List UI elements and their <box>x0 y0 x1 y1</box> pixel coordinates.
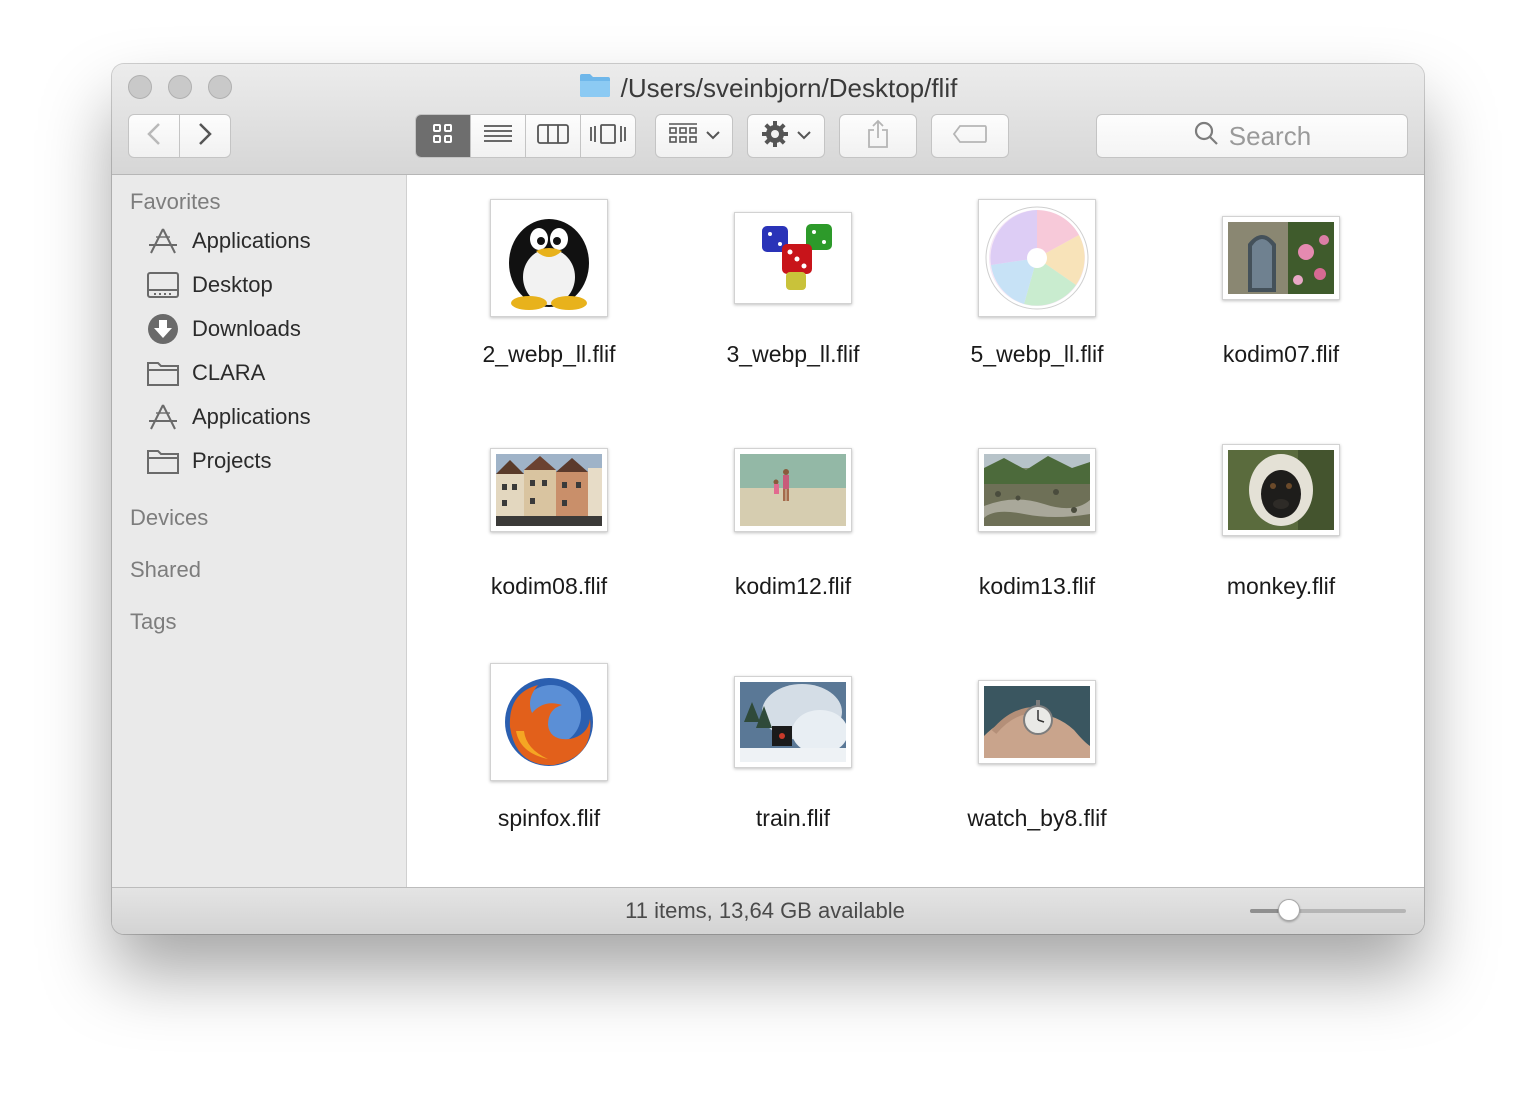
search-icon <box>1193 120 1219 153</box>
arrange-button[interactable] <box>655 114 733 158</box>
file-thumbnail-beach <box>734 448 852 532</box>
file-name: kodim07.flif <box>1222 341 1340 367</box>
file-item[interactable]: 2_webp_ll.flif <box>427 193 671 368</box>
chevron-right-icon <box>198 122 212 151</box>
slider-knob[interactable] <box>1278 899 1300 921</box>
cover-flow-view-button[interactable] <box>580 115 635 157</box>
title-bar: /Users/sveinbjorn/Desktop/flif Search <box>112 64 1424 175</box>
file-name: monkey.flif <box>1226 573 1336 599</box>
sidebar-item-label: Applications <box>192 404 311 429</box>
file-thumbnail-houses <box>490 448 608 532</box>
list-view-icon <box>483 124 513 149</box>
downloads-icon <box>146 314 180 344</box>
file-item[interactable]: kodim07.flif <box>1159 193 1403 368</box>
status-text: 11 items, 13,64 GB available <box>625 898 905 923</box>
back-button[interactable] <box>128 114 180 158</box>
file-item[interactable]: watch_by8.flif <box>915 657 1159 832</box>
sidebar: Favorites Applications Desktop Downloads… <box>112 175 407 887</box>
sidebar-header-favorites[interactable]: Favorites <box>130 189 220 215</box>
search-placeholder: Search <box>1228 120 1312 151</box>
file-thumbnail-dice <box>734 212 852 304</box>
file-thumbnail-watch <box>978 680 1096 764</box>
chevron-down-icon <box>797 127 811 145</box>
list-view-button[interactable] <box>470 115 525 157</box>
sidebar-item-clara[interactable]: CLARA <box>146 355 265 391</box>
file-thumbnail-river <box>978 448 1096 532</box>
edit-tags-button[interactable] <box>931 114 1009 158</box>
cover-flow-icon <box>589 123 627 150</box>
file-item[interactable]: monkey.flif <box>1159 425 1403 600</box>
folder-icon <box>146 358 180 388</box>
folder-icon <box>146 446 180 476</box>
file-thumbnail-train <box>734 676 852 768</box>
file-thumbnail-penguin <box>490 199 608 317</box>
file-name: 5_webp_ll.flif <box>970 341 1104 367</box>
share-button[interactable] <box>839 114 917 158</box>
sidebar-item-downloads[interactable]: Downloads <box>146 311 301 347</box>
arrange-grid-icon <box>668 122 698 151</box>
sidebar-item-applications[interactable]: Applications <box>146 223 311 259</box>
search-field[interactable]: Search <box>1096 114 1408 158</box>
file-name: 3_webp_ll.flif <box>726 341 860 367</box>
file-name: train.flif <box>755 805 831 831</box>
sidebar-header-devices[interactable]: Devices <box>130 505 208 531</box>
column-view-icon <box>537 123 569 149</box>
chevron-left-icon <box>147 122 161 151</box>
sidebar-header-tags[interactable]: Tags <box>130 609 176 635</box>
sidebar-item-projects[interactable]: Projects <box>146 443 271 479</box>
icon-view-icon <box>432 123 454 150</box>
action-button[interactable] <box>747 114 825 158</box>
tag-icon <box>952 124 988 149</box>
sidebar-item-applications-2[interactable]: Applications <box>146 399 311 435</box>
file-item[interactable]: train.flif <box>671 657 915 832</box>
file-name: watch_by8.flif <box>967 805 1107 831</box>
file-icon-grid: 2_webp_ll.flif 3_webp_ll.flif 5_webp_ll.… <box>407 175 1424 887</box>
file-name: kodim13.flif <box>978 573 1096 599</box>
window-title: /Users/sveinbjorn/Desktop/flif <box>620 72 958 103</box>
file-item[interactable]: 5_webp_ll.flif <box>915 193 1159 368</box>
gear-icon <box>761 120 789 153</box>
desktop-icon <box>146 270 180 300</box>
file-name: kodim12.flif <box>734 573 852 599</box>
file-item[interactable]: 3_webp_ll.flif <box>671 193 915 368</box>
sidebar-item-desktop[interactable]: Desktop <box>146 267 273 303</box>
file-thumbnail-firefox <box>490 663 608 781</box>
column-view-button[interactable] <box>525 115 580 157</box>
file-thumbnail-monkey <box>1222 444 1340 536</box>
file-item[interactable]: kodim08.flif <box>427 425 671 600</box>
file-thumbnail-color-wheel <box>978 199 1096 317</box>
file-thumbnail-window-flowers <box>1222 216 1340 300</box>
finder-window: /Users/sveinbjorn/Desktop/flif Search Fa… <box>112 64 1424 934</box>
file-name: spinfox.flif <box>497 805 601 831</box>
folder-icon <box>579 72 611 105</box>
sidebar-header-shared[interactable]: Shared <box>130 557 201 583</box>
chevron-down-icon <box>706 127 720 145</box>
file-item[interactable]: kodim13.flif <box>915 425 1159 600</box>
status-bar: 11 items, 13,64 GB available <box>112 887 1424 934</box>
sidebar-item-label: Desktop <box>192 272 273 297</box>
sidebar-item-label: CLARA <box>192 360 266 385</box>
file-name: 2_webp_ll.flif <box>482 341 616 367</box>
applications-icon <box>146 402 180 432</box>
window-title-area: /Users/sveinbjorn/Desktop/flif <box>112 70 1424 106</box>
sidebar-item-label: Downloads <box>192 316 301 341</box>
applications-icon <box>146 226 180 256</box>
icon-view-button[interactable] <box>416 115 470 157</box>
forward-button[interactable] <box>179 114 231 158</box>
file-name: kodim08.flif <box>490 573 608 599</box>
sidebar-item-label: Applications <box>192 228 311 253</box>
file-item[interactable]: kodim12.flif <box>671 425 915 600</box>
sidebar-item-label: Projects <box>192 448 272 473</box>
share-icon <box>866 119 890 154</box>
icon-size-slider[interactable] <box>1250 899 1406 921</box>
file-item[interactable]: spinfox.flif <box>427 657 671 832</box>
view-mode-control <box>415 114 636 158</box>
